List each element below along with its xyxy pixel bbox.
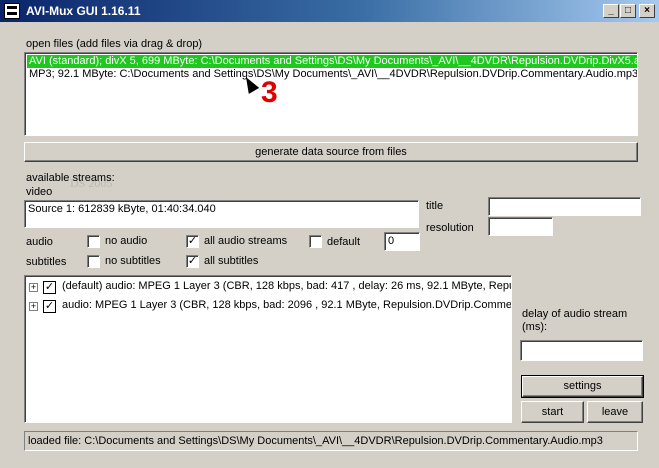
file-list-item[interactable]: AVI (standard); divX 5, 699 MByte: C:\Do… <box>27 55 637 68</box>
default-label: default <box>327 236 361 248</box>
all-subtitles-checkbox[interactable]: ✓ <box>186 255 199 268</box>
video-stream-item[interactable]: Source 1: 612839 kByte, 01:40:34.040 <box>28 203 216 215</box>
default-stream-input[interactable]: 0 <box>384 232 420 251</box>
no-audio-checkbox[interactable] <box>87 235 100 248</box>
resolution-input[interactable] <box>488 217 553 236</box>
file-list-item[interactable]: MP3; 92.1 MByte: C:\Documents and Settin… <box>27 68 637 81</box>
settings-button[interactable]: settings <box>521 375 644 398</box>
all-audio-streams-checkbox[interactable]: ✓ <box>186 235 199 248</box>
tree-item-label[interactable]: (default) audio: MPEG 1 Layer 3 (CBR, 12… <box>62 280 511 292</box>
expand-icon[interactable]: + <box>29 283 38 292</box>
step-marker: 3 <box>261 76 278 109</box>
title-bar[interactable]: AVI-Mux GUI 1.16.11 _ □ × <box>0 0 659 22</box>
expand-icon[interactable]: + <box>29 302 38 311</box>
leave-button[interactable]: leave <box>587 401 643 423</box>
tree-item[interactable]: + ✓ (default) audio: MPEG 1 Layer 3 (CBR… <box>29 280 511 296</box>
check-icon: ✓ <box>187 235 198 247</box>
generate-data-source-button[interactable]: generate data source from files <box>24 142 638 162</box>
all-subtitles-label: all subtitles <box>204 255 259 267</box>
open-files-label: open files (add files via drag & drop) <box>26 38 203 50</box>
title-label: title <box>426 200 444 212</box>
delay-input[interactable] <box>520 340 643 361</box>
available-streams-label: available streams: <box>26 172 115 184</box>
video-stream-list[interactable]: Source 1: 612839 kByte, 01:40:34.040 <box>24 200 419 228</box>
stream-checkbox[interactable]: ✓ <box>43 300 56 313</box>
default-checkbox[interactable] <box>309 235 322 248</box>
stream-tree[interactable]: + ✓ (default) audio: MPEG 1 Layer 3 (CBR… <box>24 275 512 423</box>
delay-label: delay of audio stream (ms): <box>522 308 628 333</box>
stream-checkbox[interactable]: ✓ <box>43 281 56 294</box>
no-subtitles-label: no subtitles <box>105 255 161 267</box>
open-files-list[interactable]: AVI (standard); divX 5, 699 MByte: C:\Do… <box>24 52 638 136</box>
resolution-label: resolution <box>426 222 474 234</box>
close-button[interactable]: × <box>639 4 655 18</box>
maximize-button[interactable]: □ <box>620 4 636 18</box>
no-audio-label: no audio <box>105 235 148 247</box>
minimize-button[interactable]: _ <box>603 4 619 18</box>
tree-item-label[interactable]: audio: MPEG 1 Layer 3 (CBR, 128 kbps, ba… <box>62 299 511 311</box>
start-button[interactable]: start <box>521 401 584 423</box>
window-title: AVI-Mux GUI 1.16.11 <box>26 4 141 18</box>
audio-label: audio <box>26 236 53 248</box>
check-icon: ✓ <box>44 300 55 312</box>
tree-item[interactable]: + ✓ audio: MPEG 1 Layer 3 (CBR, 128 kbps… <box>29 299 511 315</box>
app-icon[interactable] <box>4 3 20 19</box>
video-label: video <box>26 186 53 198</box>
check-icon: ✓ <box>44 281 55 293</box>
title-input[interactable] <box>488 197 641 216</box>
subtitles-label: subtitles <box>26 256 67 268</box>
all-audio-streams-label: all audio streams <box>204 235 288 247</box>
status-bar: loaded file: C:\Documents and Settings\D… <box>24 431 638 451</box>
check-icon: ✓ <box>187 255 198 267</box>
no-subtitles-checkbox[interactable] <box>87 255 100 268</box>
